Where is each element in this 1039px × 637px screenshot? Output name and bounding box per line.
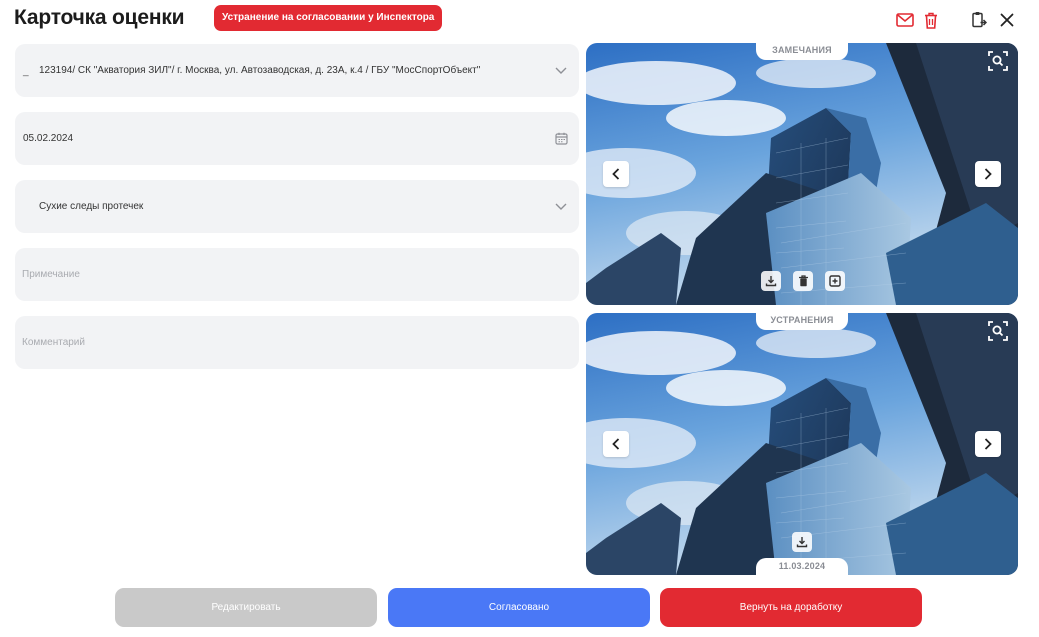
building-photo — [586, 43, 1018, 305]
defect-select-value: Сухие следы протечек — [39, 201, 144, 212]
zoom-icon[interactable] — [986, 319, 1010, 343]
download-icon[interactable] — [761, 271, 781, 291]
date-field[interactable]: 05.02.2024 — [15, 112, 579, 165]
return-for-revision-button[interactable]: Вернуть на доработку — [660, 588, 922, 627]
mail-icon[interactable] — [894, 9, 916, 31]
zoom-icon[interactable] — [986, 49, 1010, 73]
close-icon[interactable] — [996, 9, 1018, 31]
prev-photo-button[interactable] — [603, 431, 629, 457]
object-select[interactable]: _ 123194/ СК "Акватория ЗИЛ"/ г. Москва,… — [15, 44, 579, 97]
object-select-dash: _ — [23, 66, 29, 77]
defect-select[interactable]: Сухие следы протечек — [15, 180, 579, 233]
remarks-tab-label: ЗАМЕЧАНИЯ — [756, 43, 848, 60]
edit-button[interactable]: Редактировать — [115, 588, 377, 627]
fixes-photo-card: УСТРАНЕНИЯ 11.03.2024 — [586, 313, 1018, 575]
chevron-down-icon — [552, 61, 570, 79]
calendar-icon[interactable] — [552, 129, 570, 147]
status-badge: Устранение на согласовании у Инспектора — [214, 5, 443, 31]
trash-icon[interactable] — [920, 9, 942, 31]
next-photo-button[interactable] — [975, 431, 1001, 457]
header: Карточка оценки Устранение на согласован… — [14, 0, 1025, 40]
prev-photo-button[interactable] — [603, 161, 629, 187]
date-field-value: 05.02.2024 — [23, 133, 74, 144]
comment-field[interactable]: Комментарий — [15, 316, 579, 369]
chevron-down-icon — [552, 197, 570, 215]
add-photo-icon[interactable] — [825, 271, 845, 291]
clipboard-icon[interactable] — [968, 9, 990, 31]
agree-button[interactable]: Согласовано — [388, 588, 650, 627]
next-photo-button[interactable] — [975, 161, 1001, 187]
comment-field-placeholder: Комментарий — [22, 337, 85, 348]
page-title: Карточка оценки — [14, 6, 185, 29]
note-field-placeholder: Примечание — [22, 269, 80, 280]
note-field[interactable]: Примечание — [15, 248, 579, 301]
object-select-value: 123194/ СК "Акватория ЗИЛ"/ г. Москва, у… — [39, 65, 481, 76]
delete-photo-icon[interactable] — [793, 271, 813, 291]
fixes-photo-date: 11.03.2024 — [756, 558, 848, 575]
download-icon[interactable] — [792, 532, 812, 552]
fixes-tab-label: УСТРАНЕНИЯ — [756, 313, 848, 330]
remarks-photo-card: ЗАМЕЧАНИЯ — [586, 43, 1018, 305]
